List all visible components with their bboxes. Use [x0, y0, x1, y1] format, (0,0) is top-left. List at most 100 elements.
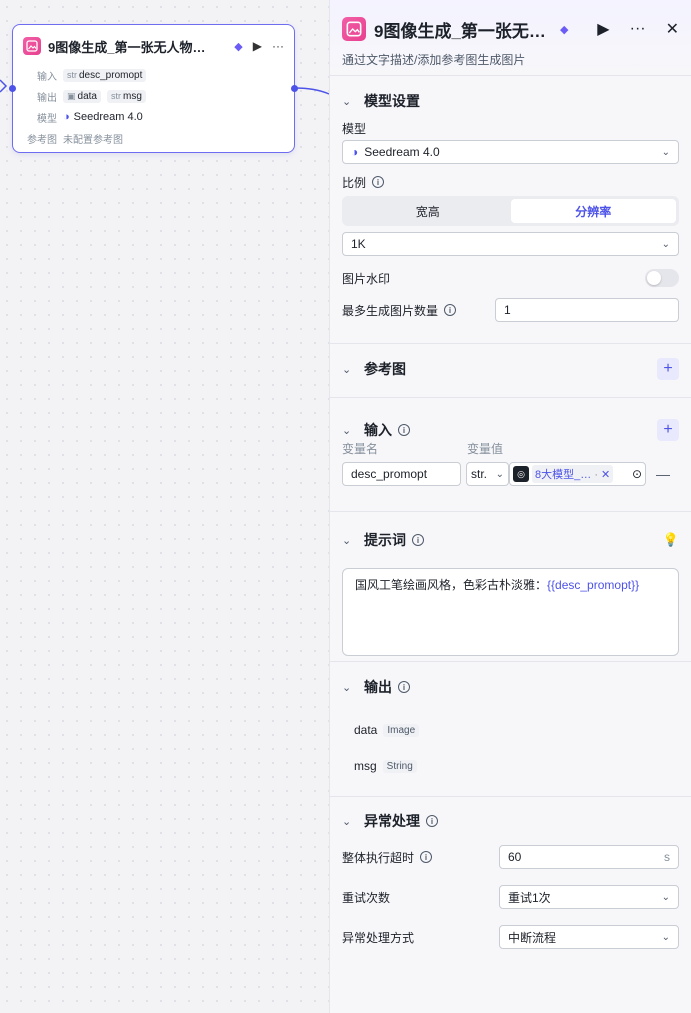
info-icon[interactable]: i: [444, 304, 457, 316]
premium-gem-icon: ◆: [560, 23, 569, 36]
info-icon[interactable]: i: [398, 681, 410, 693]
ratio-segmented-control: 宽高 分辨率: [342, 196, 679, 226]
resolution-value: 1K: [351, 237, 366, 251]
chevron-down-icon: ⌄: [661, 146, 670, 158]
info-icon[interactable]: i: [398, 424, 410, 436]
handle-select[interactable]: 中断流程 ⌄: [499, 925, 679, 949]
chevron-down-icon[interactable]: ⌄: [342, 815, 356, 828]
node-output-type-msg: str: [110, 91, 121, 101]
prompt-editor[interactable]: 国风工笔绘画风格，色彩古朴淡雅：{{desc_promopt}}: [342, 568, 679, 656]
chevron-down-icon[interactable]: ⌄: [342, 363, 356, 376]
timeout-label: 整体执行超时: [342, 850, 415, 865]
input-var-row: desc_promopt str. ⌄ ◎ 8大模型_… · ✕ ⊙ —: [342, 462, 679, 486]
node-output-tag-msg: str msg: [106, 89, 146, 103]
info-icon[interactable]: i: [372, 176, 385, 188]
panel-title[interactable]: 9图像生成_第一张无人…: [374, 17, 554, 42]
handle-label: 异常处理方式: [342, 930, 415, 945]
node-output-port[interactable]: [291, 85, 298, 92]
retry-value: 重试1次: [508, 890, 551, 905]
ratio-label: 比例: [342, 175, 367, 190]
var-ref-suffix: ·: [594, 469, 598, 481]
node-ref-value: 未配置参考图: [63, 134, 123, 146]
clear-icon[interactable]: ✕: [601, 469, 610, 481]
var-ref-tag: 8大模型_… · ✕: [532, 465, 614, 483]
max-count-label-row: 最多生成图片数量 i: [342, 300, 457, 320]
timeout-value: 60: [508, 850, 522, 864]
max-count-label: 最多生成图片数量: [342, 303, 439, 318]
chevron-down-icon[interactable]: ⌄: [342, 681, 356, 694]
var-type-select[interactable]: str. ⌄: [466, 462, 509, 486]
node-config-panel: 9图像生成_第一张无人… ◆ ▶ ··· ✕ 通过文字描述/添加参考图生成图片 …: [329, 0, 691, 1013]
retry-label: 重试次数: [342, 890, 391, 905]
model-settings-title[interactable]: 模型设置: [364, 91, 420, 111]
run-icon[interactable]: ▶: [253, 39, 262, 53]
chevron-down-icon: ⌄: [661, 931, 670, 943]
seedream-logo-icon: ◑: [63, 111, 70, 123]
reference-title[interactable]: 参考图: [364, 359, 406, 379]
watermark-label: 图片水印: [342, 271, 391, 286]
chevron-down-icon[interactable]: ⌄: [342, 534, 356, 547]
output-name: msg: [354, 759, 377, 773]
lightbulb-icon[interactable]: 💡: [663, 532, 679, 548]
outputs-title[interactable]: 输出: [364, 677, 392, 697]
premium-gem-icon: ◆: [234, 40, 243, 53]
col-var-name: 变量名: [342, 441, 379, 456]
close-icon[interactable]: ✕: [666, 19, 679, 39]
model-select[interactable]: ◑ Seedream 4.0 ⌄: [342, 140, 679, 164]
output-item: data Image: [342, 712, 679, 748]
exception-section: ⌄ 异常处理 i 整体执行超时 i 60 s 重试次数 重试1次 ⌄ 异常处理方式…: [330, 797, 691, 1013]
watermark-row: 图片水印: [342, 266, 679, 290]
inputs-title[interactable]: 输入: [364, 420, 392, 440]
retry-select[interactable]: 重试1次 ⌄: [499, 885, 679, 909]
info-icon[interactable]: i: [420, 851, 433, 863]
handle-value: 中断流程: [508, 930, 557, 945]
node-output-label: 输出: [37, 92, 57, 104]
more-icon[interactable]: ···: [272, 39, 284, 53]
node-input-port[interactable]: [9, 85, 16, 92]
chevron-down-icon[interactable]: ⌄: [342, 95, 356, 108]
outputs-section: ⌄ 输出 i data Image msg String: [330, 662, 691, 797]
max-count-input[interactable]: 1: [495, 298, 679, 322]
chevron-down-icon[interactable]: ⌄: [342, 424, 356, 437]
prompt-text: 国风工笔绘画风格，色彩古朴淡雅：: [355, 578, 548, 592]
handle-row: 异常处理方式 中断流程 ⌄: [342, 925, 679, 949]
exception-title[interactable]: 异常处理: [364, 811, 420, 831]
watermark-toggle[interactable]: [645, 269, 679, 287]
timeout-input[interactable]: 60 s: [499, 845, 679, 869]
run-icon[interactable]: ▶: [597, 19, 609, 39]
more-icon[interactable]: ···: [630, 20, 646, 38]
var-ref-select[interactable]: ◎ 8大模型_… · ✕ ⊙: [509, 462, 646, 486]
node-input-type: str: [67, 70, 77, 80]
timeout-label-row: 整体执行超时 i: [342, 847, 433, 867]
output-type-badge: String: [382, 759, 417, 773]
max-count-row: 最多生成图片数量 i 1: [342, 298, 679, 322]
seg-resolution[interactable]: 分辨率: [510, 199, 676, 223]
reference-section: ⌄ 参考图 +: [330, 344, 691, 398]
remove-input-button[interactable]: —: [656, 466, 670, 482]
target-icon[interactable]: ⊙: [632, 467, 642, 481]
node-title: 9图像生成_第一张无人物背…: [48, 39, 218, 55]
prompt-title[interactable]: 提示词: [364, 530, 406, 550]
node-input-tag: str desc_promopt: [63, 68, 147, 82]
node-output-tag-data: ▣ data: [63, 89, 101, 103]
chevron-down-icon: ⌄: [661, 891, 670, 903]
info-icon[interactable]: i: [426, 815, 438, 827]
chevron-down-icon: ⌄: [661, 238, 670, 250]
info-icon[interactable]: i: [412, 534, 424, 546]
model-settings-section: ⌄ 模型设置 模型 ◑ Seedream 4.0 ⌄ 比例 i 宽高 分辨率 1…: [330, 76, 691, 344]
model-select-value: Seedream 4.0: [364, 145, 440, 159]
add-reference-button[interactable]: +: [657, 358, 679, 380]
chevron-down-icon: ⌄: [495, 468, 504, 480]
node-model-label: 模型: [37, 113, 57, 125]
output-item: msg String: [342, 748, 679, 784]
resolution-select[interactable]: 1K ⌄: [342, 232, 679, 256]
add-input-button[interactable]: +: [657, 419, 679, 441]
output-type-badge: Image: [383, 723, 420, 737]
var-name-input[interactable]: desc_promopt: [342, 462, 461, 486]
image-icon: [342, 17, 366, 41]
seg-width-height[interactable]: 宽高: [345, 199, 511, 223]
timeout-row: 整体执行超时 i 60 s: [342, 845, 679, 869]
inputs-section: ⌄ 输入 i + 变量名 变量值 desc_promopt str. ⌄ ◎ 8…: [330, 398, 691, 512]
panel-header: 9图像生成_第一张无人… ◆ ▶ ··· ✕ 通过文字描述/添加参考图生成图片: [330, 0, 691, 76]
image-generation-node[interactable]: 9图像生成_第一张无人物背… ◆ ▶ ··· 输入 str desc_promop…: [12, 24, 295, 153]
